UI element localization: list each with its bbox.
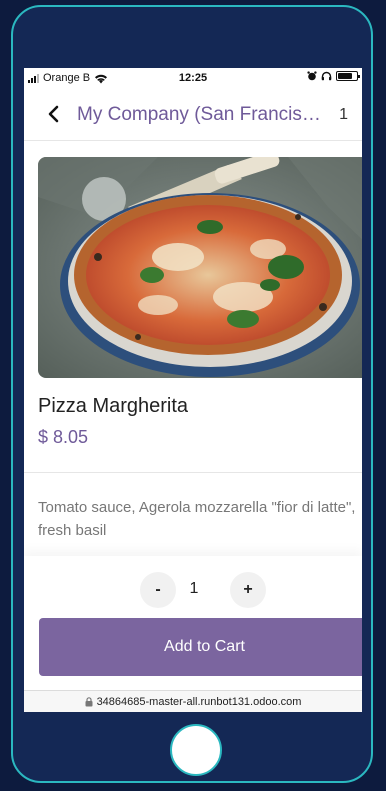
status-right [307, 71, 360, 81]
add-to-cart-panel: - 1 + Add to Cart [24, 556, 362, 690]
product-price: $ 8.05 [38, 427, 89, 447]
quantity-decrement-button[interactable]: - [140, 572, 176, 608]
add-to-cart-button[interactable]: Add to Cart [39, 618, 362, 676]
product-image [38, 157, 362, 378]
app-header: My Company (San Francisco) 1 [24, 90, 362, 141]
quantity-increment-button[interactable]: + [230, 572, 266, 608]
phone-screen: Orange B 12:25 My Company (San Francisco… [24, 68, 362, 712]
page-title: My Company (San Francisco) [77, 104, 327, 125]
product-name: Pizza Margherita [38, 395, 189, 417]
pizza-image [38, 157, 362, 378]
battery-icon [336, 71, 360, 81]
browser-url-bar[interactable]: 34864685-master-all.runbot131.odoo.com [24, 690, 362, 712]
browser-url: 34864685-master-all.runbot131.odoo.com [96, 695, 302, 708]
section-divider [24, 472, 362, 473]
cart-count-badge[interactable]: 1 [339, 106, 348, 124]
status-bar: Orange B 12:25 [24, 68, 362, 88]
quantity-value: 1 [189, 580, 199, 597]
product-description: Tomato sauce, Agerola mozzarella "fior d… [38, 499, 356, 539]
headphones-icon [321, 71, 332, 81]
battery-level-fill [338, 73, 353, 79]
alarm-icon [307, 71, 317, 81]
lock-icon [85, 696, 93, 706]
home-button[interactable] [170, 724, 222, 776]
back-chevron-icon[interactable] [44, 104, 64, 124]
